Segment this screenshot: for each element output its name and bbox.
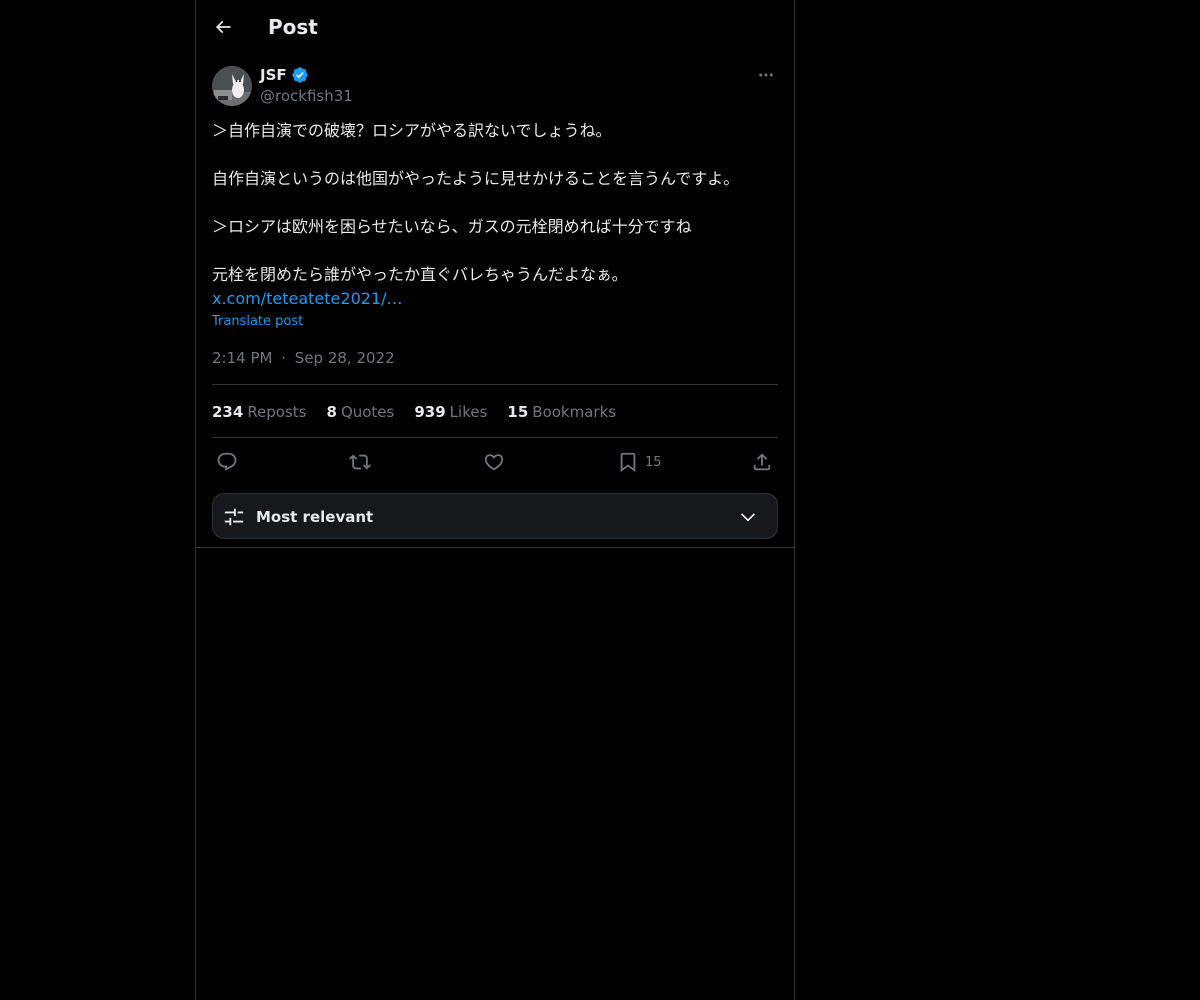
reposts-count: 234 (212, 403, 244, 421)
timestamp: 2:14 PM · Sep 28, 2022 (212, 348, 395, 368)
post-date[interactable]: Sep 28, 2022 (295, 349, 395, 367)
avatar[interactable] (212, 66, 252, 106)
repost-icon (349, 454, 371, 470)
author-handle[interactable]: @rockfish31 (260, 86, 353, 106)
translate-post-link[interactable]: Translate post (212, 313, 778, 331)
post-time[interactable]: 2:14 PM (212, 349, 272, 367)
bookmark-count: 15 (645, 454, 662, 470)
like-button[interactable] (483, 448, 505, 476)
author-row: JSF @rockfish31 (212, 64, 778, 108)
quotes-stat[interactable]: 8 Quotes (327, 402, 395, 422)
more-options-button[interactable] (754, 64, 778, 86)
sort-replies-dropdown[interactable]: Most relevant (212, 493, 778, 539)
section-divider (196, 547, 794, 548)
bookmarks-stat[interactable]: 15 Bookmarks (507, 402, 616, 422)
likes-label: Likes (449, 403, 488, 421)
engagement-stats: 234 Reposts 8 Quotes 939 Likes 15 Bookmarks (212, 401, 636, 423)
bookmarks-label: Bookmarks (532, 403, 617, 421)
likes-stat[interactable]: 939 Likes (414, 402, 487, 422)
sort-label: Most relevant (256, 508, 374, 526)
arrow-left-icon (215, 20, 231, 34)
likes-count: 939 (414, 403, 446, 421)
heart-icon (484, 454, 504, 471)
reposts-label: Reposts (247, 403, 307, 421)
action-bar: 15 (212, 448, 778, 476)
cat-avatar-icon (212, 66, 252, 106)
tweet-link[interactable]: x.com/teteatete2021/… (212, 287, 778, 311)
repost-button[interactable] (349, 448, 371, 476)
tweet-paragraph: 元栓を閉めたら誰がやったか直ぐバレちゃうんだよなぁ。 (212, 265, 628, 284)
quotes-count: 8 (326, 403, 337, 421)
divider (212, 437, 778, 438)
tweet-paragraph: 自作自演というのは他国がやったように見せかけることを言うんですよ。 (212, 169, 740, 188)
sliders-icon (224, 508, 244, 526)
bookmark-icon (620, 452, 636, 473)
share-button[interactable] (751, 448, 773, 476)
share-icon (753, 453, 771, 471)
page-header: Post (196, 0, 794, 54)
back-button[interactable] (210, 14, 236, 40)
reposts-stat[interactable]: 234 Reposts (212, 402, 307, 422)
tweet-paragraph: ＞ロシアは欧州を困らせたいなら、ガスの元栓閉めれば十分ですね (212, 217, 692, 236)
bookmark-button[interactable]: 15 (617, 448, 662, 476)
reply-icon (217, 452, 237, 471)
time-separator: · (281, 349, 287, 367)
main-column: Post JSF @rockfish31 ＞自作自演での破壊？ロシアがやる訳ない… (195, 0, 795, 1000)
reply-button[interactable] (216, 448, 238, 476)
name-line: JSF (260, 65, 309, 85)
more-dots-icon (759, 73, 773, 77)
display-name[interactable]: JSF (260, 65, 287, 85)
page-title: Post (268, 15, 318, 39)
tweet-paragraph: ＞自作自演での破壊？ロシアがやる訳ないでしょうね。 (212, 121, 612, 140)
bookmarks-count: 15 (507, 403, 529, 421)
chevron-down-icon (740, 513, 756, 522)
divider (212, 384, 778, 385)
quotes-label: Quotes (340, 403, 395, 421)
tweet-text: ＞自作自演での破壊？ロシアがやる訳ないでしょうね。 自作自演というのは他国がやっ… (212, 119, 778, 331)
verified-badge-icon (291, 67, 308, 83)
